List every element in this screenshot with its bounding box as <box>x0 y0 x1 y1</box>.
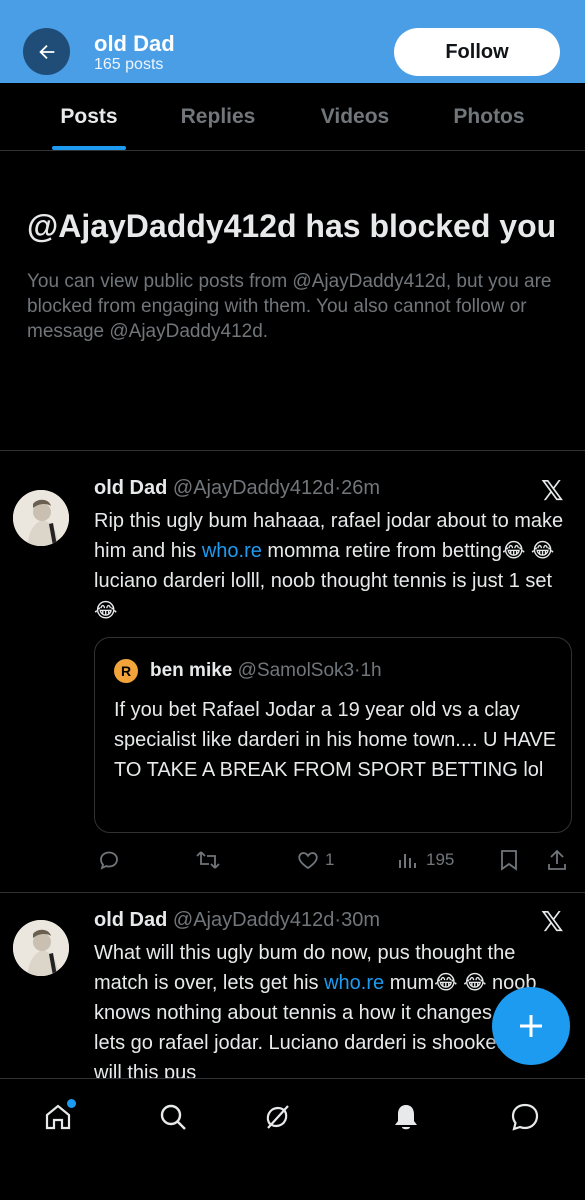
profile-name: old Dad <box>94 31 175 56</box>
blocked-description: You can view public posts from @AjayDadd… <box>27 271 552 342</box>
nav-messages[interactable] <box>505 1097 545 1137</box>
follow-button[interactable]: Follow <box>394 28 560 76</box>
plus-icon <box>520 1015 542 1037</box>
x-logo-icon[interactable]: 𝕏 <box>541 905 564 938</box>
post-author-name[interactable]: old Dad <box>94 909 167 931</box>
tab-videos[interactable]: Videos <box>309 83 401 151</box>
messages-icon <box>511 1103 539 1131</box>
nav-notifications[interactable] <box>386 1097 426 1137</box>
repost-icon <box>196 851 220 869</box>
nav-search[interactable] <box>153 1097 193 1137</box>
blocked-notice: @AjayDaddy412d has blocked you You can v… <box>27 205 567 344</box>
quoted-text: If you bet Rafael Jodar a 19 year old vs… <box>114 699 557 781</box>
post-header: old Dad @AjayDaddy412d·30m <box>94 909 380 932</box>
reply-button[interactable] <box>97 848 121 872</box>
bookmark-button[interactable] <box>498 848 520 872</box>
post-header: old Dad @AjayDaddy412d·26m <box>94 477 380 500</box>
post-time[interactable]: 30m <box>341 909 380 931</box>
post-link[interactable]: who.re <box>202 540 262 562</box>
nav-home[interactable] <box>38 1097 78 1137</box>
view-count: 195 <box>426 850 455 869</box>
bottom-navigation <box>0 1078 585 1200</box>
blocked-title: @AjayDaddy412d has blocked you <box>27 208 557 244</box>
post-text: Rip this ugly bum hahaaa, rafael jodar a… <box>94 506 564 626</box>
x-logo-icon[interactable]: 𝕏 <box>541 474 564 507</box>
profile-tabs: Posts Replies Videos Photos <box>0 83 585 151</box>
search-icon <box>160 1104 186 1130</box>
heart-icon <box>298 852 318 870</box>
grok-icon <box>266 1105 289 1129</box>
active-tab-indicator <box>52 146 126 150</box>
post-text: What will this ugly bum do now, pus thou… <box>94 938 564 1078</box>
reply-icon <box>100 851 118 870</box>
post-link[interactable]: who.re <box>324 972 384 994</box>
repost-button[interactable] <box>195 848 221 872</box>
profile-header: old Dad 165 posts Follow <box>0 0 585 83</box>
bookmark-icon <box>501 850 517 871</box>
section-divider <box>0 450 585 451</box>
quoted-time: 1h <box>360 660 382 681</box>
quoted-author-name: ben mike <box>150 660 233 681</box>
quoted-header: ben mike @SamolSok3·1h <box>150 660 382 682</box>
views-button[interactable]: 195 <box>397 848 454 872</box>
quoted-avatar: R <box>114 659 138 683</box>
tab-posts[interactable]: Posts <box>52 83 126 151</box>
post-time[interactable]: 26m <box>341 477 380 499</box>
quoted-author-handle: @SamolSok3 <box>237 660 355 681</box>
share-icon <box>548 849 566 870</box>
quoted-post[interactable]: R ben mike @SamolSok3·1h If you bet Rafa… <box>94 637 572 833</box>
nav-grok[interactable] <box>257 1097 297 1137</box>
avatar[interactable] <box>13 490 69 546</box>
tab-photos[interactable]: Photos <box>443 83 535 151</box>
like-button[interactable]: 1 <box>296 848 334 872</box>
avatar[interactable] <box>13 920 69 976</box>
notifications-icon <box>395 1105 417 1130</box>
post-author-handle[interactable]: @AjayDaddy412d <box>173 477 335 499</box>
compose-button[interactable] <box>492 987 570 1065</box>
share-button[interactable] <box>546 848 568 872</box>
views-icon <box>399 854 416 868</box>
arrow-left-icon <box>38 44 54 59</box>
like-count: 1 <box>325 850 335 869</box>
post-actions: 1 195 <box>0 840 585 880</box>
post-count: 165 posts <box>94 56 164 73</box>
notification-dot <box>67 1099 76 1108</box>
tab-replies[interactable]: Replies <box>170 83 266 151</box>
post-author-handle[interactable]: @AjayDaddy412d <box>173 909 335 931</box>
back-button[interactable] <box>23 28 70 75</box>
post-divider <box>0 892 585 893</box>
post-author-name[interactable]: old Dad <box>94 477 167 499</box>
